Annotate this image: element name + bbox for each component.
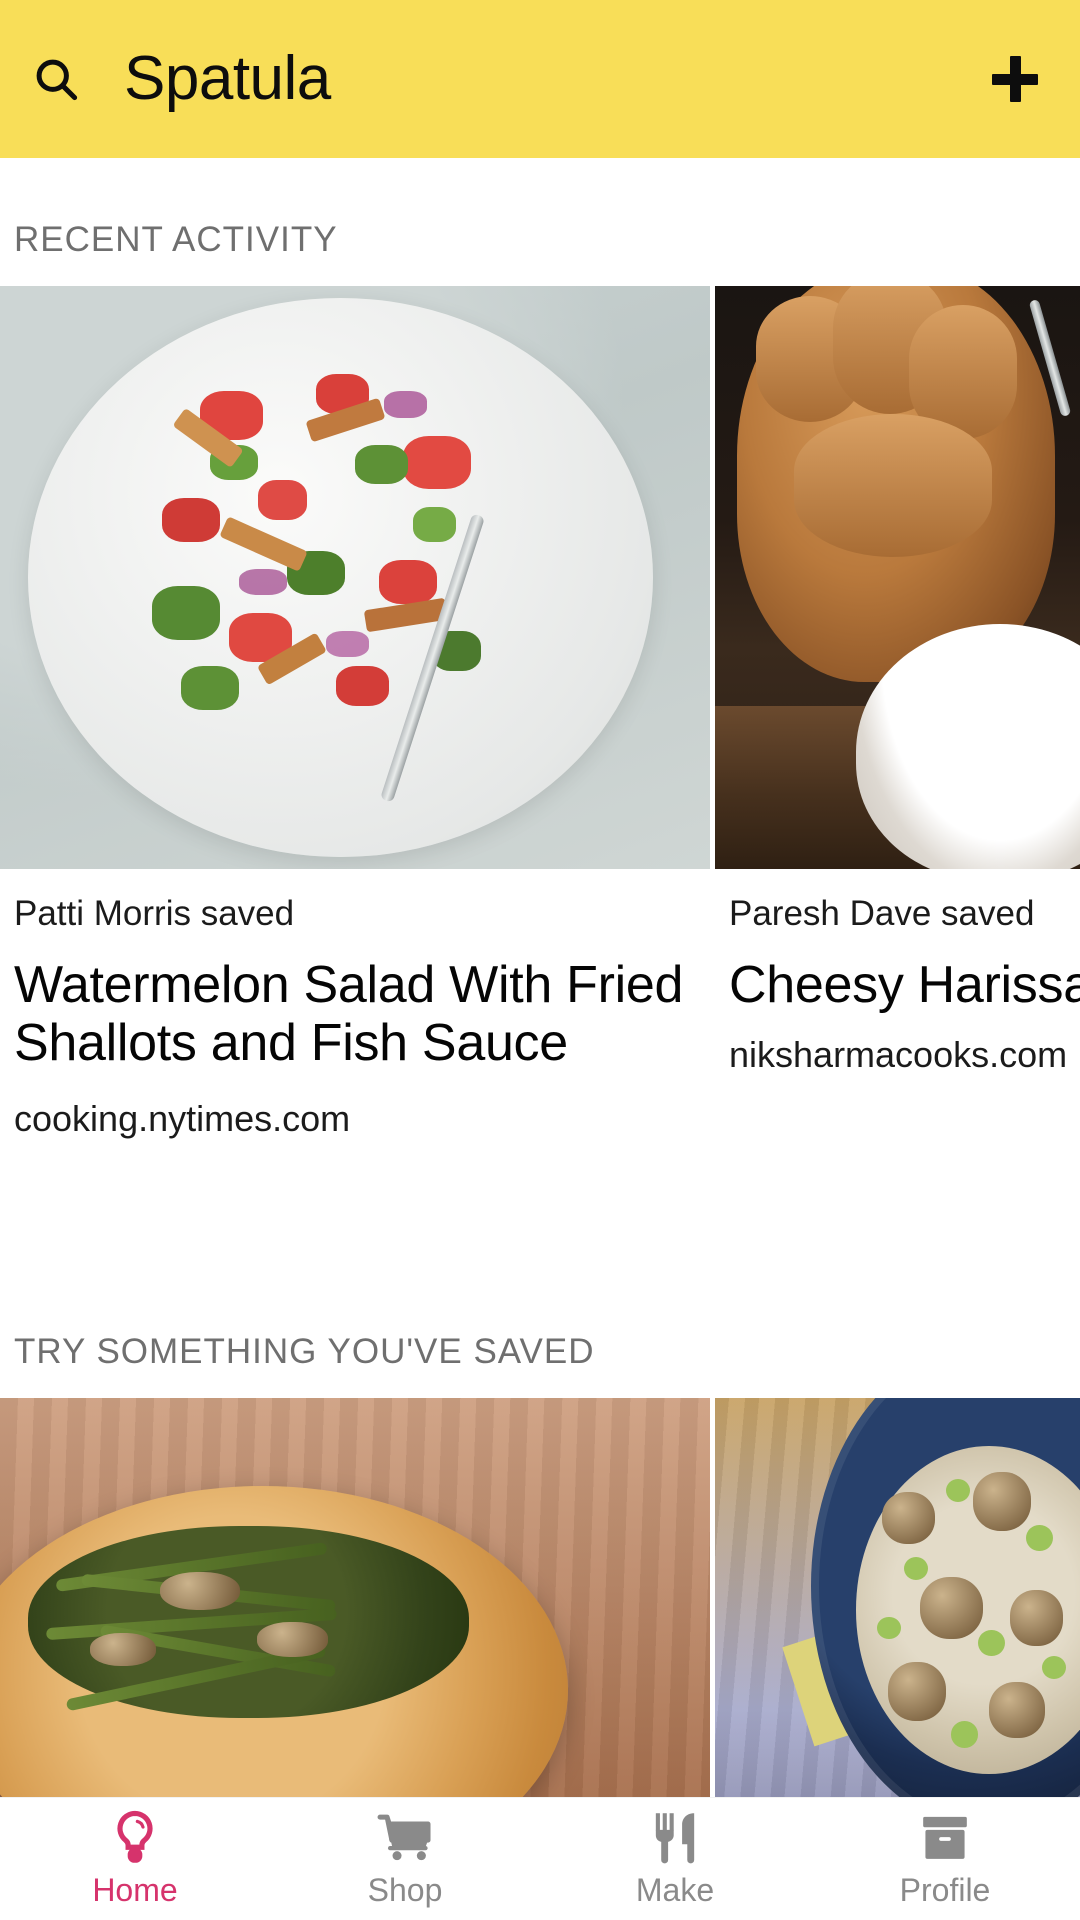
saved-card[interactable] [0,1397,710,1797]
nav-item-home[interactable]: Home [0,1798,270,1920]
recipe-title[interactable]: Watermelon Salad With Fried Shallots and… [14,956,696,1072]
bottom-navigation: Home Shop Make Profile [0,1797,1080,1920]
nav-label-make: Make [635,1872,715,1908]
app-header: Spatula [0,0,1080,158]
fork-knife-icon [649,1808,701,1868]
nav-label-shop: Shop [367,1872,443,1908]
add-button[interactable] [980,44,1050,114]
recipe-title[interactable]: Cheesy Harissa [729,956,1080,1014]
recipe-card[interactable]: Paresh Dave saved Cheesy Harissa nikshar… [715,286,1080,1076]
recipe-source: niksharmacooks.com [729,1033,1068,1075]
nav-label-profile: Profile [899,1872,991,1908]
lightbulb-icon [109,1808,161,1868]
app-root: Spatula RECENT ACTIVITY Patti Morris sav… [0,0,1080,1920]
saver-name: Patti Morris saved [14,894,295,933]
scroll-content[interactable]: RECENT ACTIVITY Patti Morris saved Water… [0,158,1080,1797]
search-icon[interactable] [26,49,86,109]
section-header-recent-activity: RECENT ACTIVITY [14,220,338,259]
nav-item-make[interactable]: Make [540,1798,810,1920]
nav-label-home: Home [92,1872,178,1908]
recent-activity-row[interactable]: Patti Morris saved Watermelon Salad With… [0,286,1080,1140]
nav-item-shop[interactable]: Shop [270,1798,540,1920]
recipe-source: cooking.nytimes.com [14,1097,351,1139]
try-saved-row[interactable] [0,1397,1080,1797]
section-header-try-saved: TRY SOMETHING YOU'VE SAVED [14,1331,595,1371]
shopping-cart-icon [377,1808,433,1868]
recipe-thumbnail[interactable] [715,286,1080,869]
recipe-meta: Patti Morris saved Watermelon Salad With… [0,894,710,1140]
saver-name: Paresh Dave saved [729,894,1035,933]
saved-card[interactable] [715,1397,1080,1797]
plus-icon [985,49,1045,109]
archive-box-icon [918,1808,972,1868]
recipe-meta: Paresh Dave saved Cheesy Harissa nikshar… [715,894,1080,1076]
app-title: Spatula [124,44,331,113]
recipe-card[interactable]: Patti Morris saved Watermelon Salad With… [0,286,710,1140]
saved-thumbnail[interactable] [0,1397,710,1797]
nav-item-profile[interactable]: Profile [810,1798,1080,1920]
recipe-thumbnail[interactable] [0,286,710,869]
saved-thumbnail[interactable] [715,1397,1080,1797]
